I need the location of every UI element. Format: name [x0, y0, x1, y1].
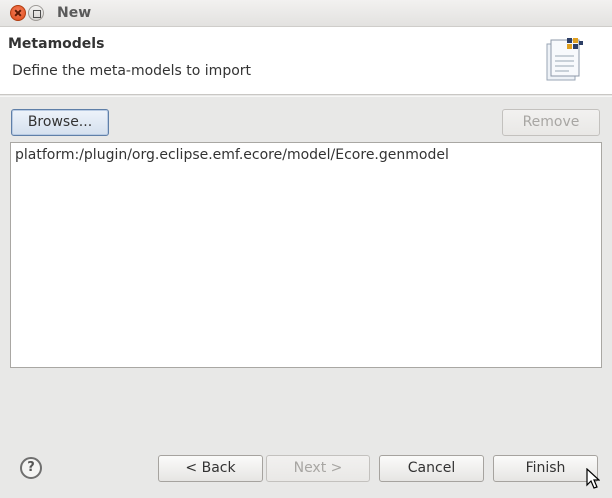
remove-button[interactable]: Remove [502, 109, 600, 136]
header-separator [0, 96, 612, 97]
mouse-cursor-icon [586, 468, 600, 489]
next-button[interactable]: Next > [266, 455, 370, 482]
title-bar: New [0, 0, 612, 27]
wizard-banner-icon [546, 38, 583, 81]
close-window-button[interactable] [10, 5, 26, 21]
maximize-window-button[interactable] [28, 5, 44, 21]
cancel-button[interactable]: Cancel [379, 455, 484, 482]
window-title: New [57, 5, 92, 21]
help-icon[interactable]: ? [20, 457, 42, 479]
page-description: Define the meta-models to import [12, 63, 252, 79]
wizard-header: Metamodels Define the meta-models to imp… [0, 27, 612, 95]
metamodel-list[interactable]: platform:/plugin/org.eclipse.emf.ecore/m… [10, 142, 602, 368]
browse-button[interactable]: Browse... [11, 109, 109, 136]
list-item[interactable]: platform:/plugin/org.eclipse.emf.ecore/m… [15, 147, 449, 163]
page-title: Metamodels [8, 36, 105, 52]
back-button[interactable]: < Back [158, 455, 263, 482]
finish-button[interactable]: Finish [493, 455, 598, 482]
